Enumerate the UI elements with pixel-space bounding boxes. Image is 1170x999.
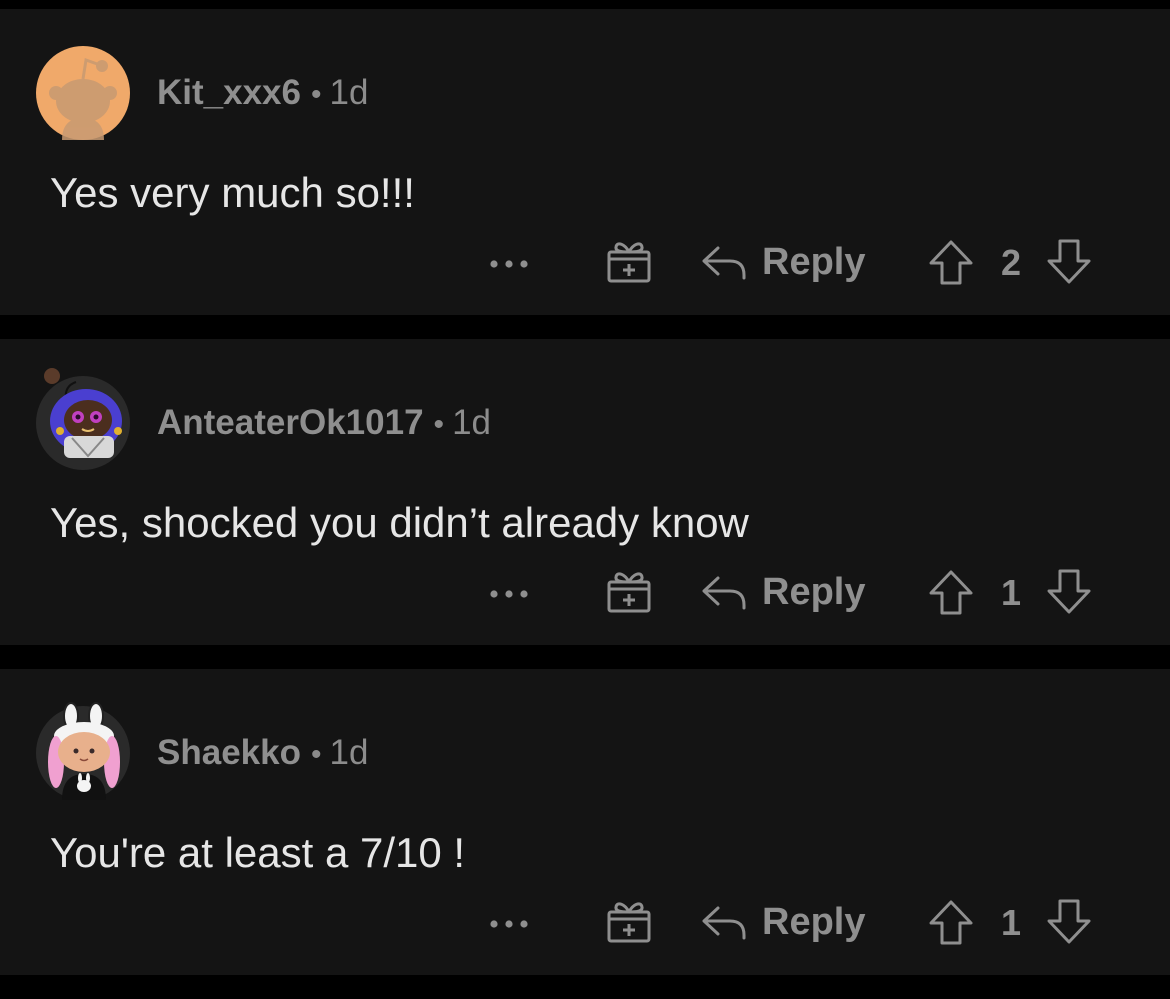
avatar[interactable]: [36, 368, 130, 470]
comment-meta: Kit_xxx6 • 1d: [157, 73, 368, 115]
downvote-arrow-icon: [1047, 569, 1091, 614]
gift-icon: [607, 902, 651, 943]
reddit-snoo-avatar-icon: [36, 46, 130, 140]
reply-button[interactable]: Reply: [700, 569, 865, 615]
comment-card: Shaekko • 1d You're at least a 7/10 ! Repl…: [0, 669, 1170, 975]
comment-text: You're at least a 7/10 !: [50, 829, 466, 876]
comment-meta: AnteaterOk1017 • 1d: [157, 403, 491, 445]
timestamp: 1d: [452, 403, 491, 442]
comment-card: AnteaterOk1017 • 1d Yes, shocked you didn’…: [0, 339, 1170, 645]
upvote-button[interactable]: [926, 897, 976, 947]
timestamp: 1d: [329, 73, 369, 112]
vote-score: 1: [1000, 572, 1022, 613]
reply-arrow-icon: [702, 906, 746, 940]
award-button[interactable]: [604, 235, 654, 285]
more-options-button[interactable]: [486, 579, 532, 609]
vote-score: 2: [1000, 242, 1022, 283]
ellipsis-icon: [490, 920, 528, 928]
upvote-button[interactable]: [926, 237, 976, 287]
comment-text: Yes, shocked you didn’t already know: [50, 499, 749, 546]
reply-label: Reply: [762, 900, 866, 943]
avatar[interactable]: [36, 46, 130, 140]
separator-dot: •: [310, 78, 322, 111]
gift-icon: [607, 242, 651, 283]
custom-snoo-avatar-icon: [36, 368, 130, 470]
upvote-arrow-icon: [929, 900, 973, 945]
bunny-snoo-avatar-icon: [36, 702, 130, 800]
more-options-button[interactable]: [486, 249, 532, 279]
award-button[interactable]: [604, 565, 654, 615]
downvote-button[interactable]: [1044, 567, 1094, 617]
more-options-button[interactable]: [486, 909, 532, 939]
downvote-button[interactable]: [1044, 237, 1094, 287]
downvote-arrow-icon: [1047, 239, 1091, 284]
comment-meta: Shaekko • 1d: [157, 733, 368, 775]
downvote-arrow-icon: [1047, 899, 1091, 944]
upvote-button[interactable]: [926, 567, 976, 617]
reply-label: Reply: [762, 570, 866, 613]
upvote-arrow-icon: [929, 570, 973, 615]
ellipsis-icon: [490, 260, 528, 268]
upvote-arrow-icon: [929, 240, 973, 285]
username[interactable]: Shaekko: [157, 733, 301, 772]
reply-arrow-icon: [702, 246, 746, 280]
vote-score: 1: [1000, 902, 1022, 943]
downvote-button[interactable]: [1044, 897, 1094, 947]
reply-button[interactable]: Reply: [700, 899, 865, 945]
gift-icon: [607, 572, 651, 613]
reply-label: Reply: [762, 240, 866, 283]
reply-arrow-icon: [702, 576, 746, 610]
reply-button[interactable]: Reply: [700, 239, 865, 285]
separator-dot: •: [310, 738, 322, 771]
separator-dot: •: [433, 408, 445, 441]
comment-text: Yes very much so!!!: [50, 169, 415, 216]
award-button[interactable]: [604, 895, 654, 945]
avatar[interactable]: [36, 702, 130, 800]
comment-card: Kit_xxx6 •1d Yes very much so!!! Reply: [0, 9, 1170, 315]
username[interactable]: Kit_xxx6: [157, 73, 301, 112]
ellipsis-icon: [490, 590, 528, 598]
timestamp: 1d: [329, 733, 369, 772]
username[interactable]: AnteaterOk1017: [157, 403, 424, 442]
